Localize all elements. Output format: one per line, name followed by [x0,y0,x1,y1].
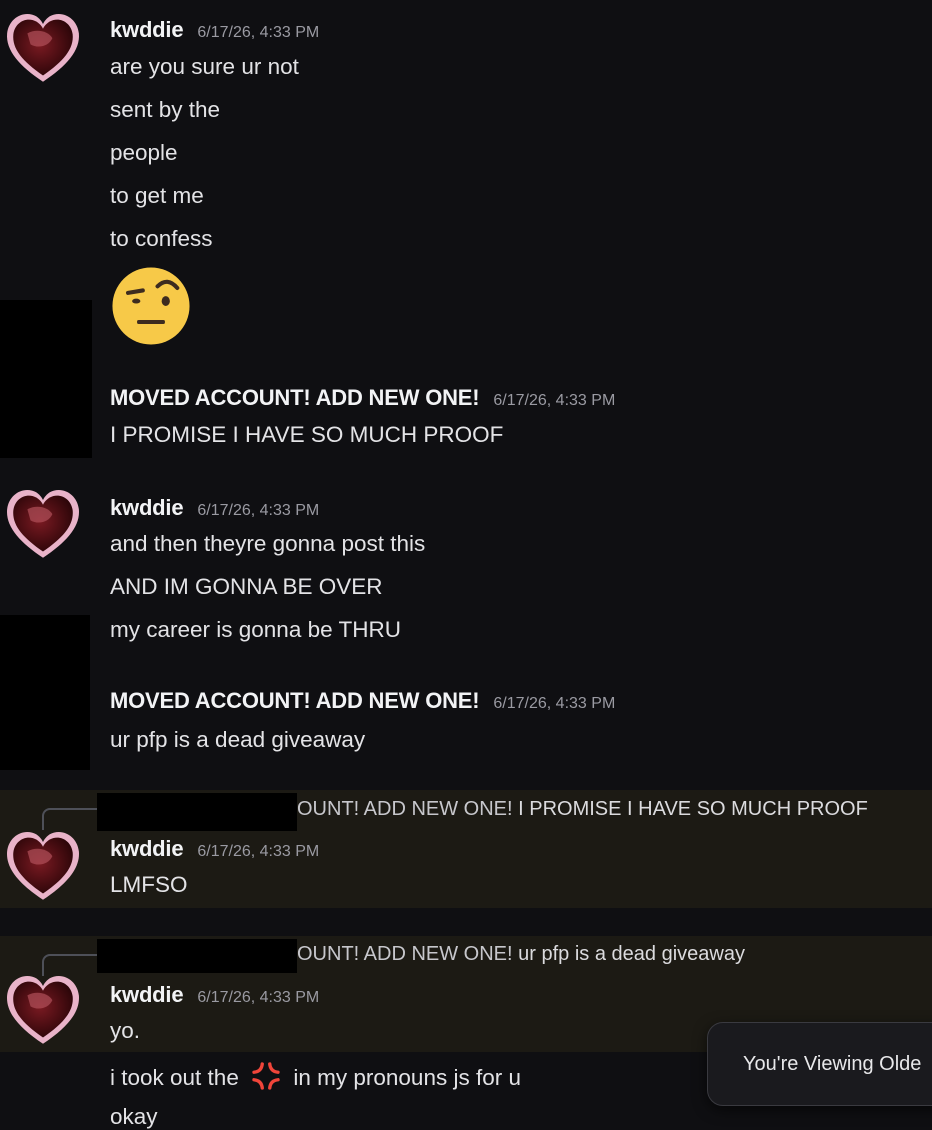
message-line: ur pfp is a dead giveaway [110,727,366,752]
toast-label: You're Viewing Olde [743,1053,922,1075]
user-avatar-heart[interactable] [4,972,82,1050]
face-with-raised-eyebrow-icon[interactable] [110,265,192,347]
author-name[interactable]: kwddie [110,495,184,520]
author-name[interactable]: MOVED ACCOUNT! ADD NEW ONE! [110,688,480,713]
message-line: i took out the in my pronouns js for u [110,1061,521,1091]
viewing-older-messages-toast[interactable]: You're Viewing Olde [707,1022,932,1106]
reply-message-text: I PROMISE I HAVE SO MUCH PROOF [518,798,868,820]
message-text-part: i took out the [110,1065,239,1090]
message-line: are you sure ur not [110,54,299,79]
message-line: to confess [110,226,213,251]
message-line: people [110,140,178,165]
message-line: I PROMISE I HAVE SO MUCH PROOF [110,422,504,447]
message-text-part: in my pronouns js for u [293,1065,521,1090]
user-avatar-heart[interactable] [4,10,82,88]
redacted-reply-author [97,939,297,973]
message-line: AND IM GONNA BE OVER [110,574,383,599]
user-avatar-heart[interactable] [4,486,82,564]
message-line: okay [110,1104,158,1129]
message-line: to get me [110,183,204,208]
message-group-highlighted: OUNT! ADD NEW ONE! I PROMISE I HAVE SO M… [0,790,932,908]
redacted-reply-author [97,793,297,831]
message-line: my career is gonna be THRU [110,617,401,642]
reply-connector [42,808,100,830]
author-name[interactable]: kwddie [110,836,184,861]
message-group: kwddie 6/17/26, 4:33 PM and then theyre g… [0,480,932,660]
message-group: MOVED ACCOUNT! ADD NEW ONE! 6/17/26, 4:33… [0,685,932,765]
message-line: LMFSO [110,872,188,897]
user-avatar-heart[interactable] [4,828,82,906]
message-timestamp: 6/17/26, 4:33 PM [493,695,616,712]
author-name[interactable]: MOVED ACCOUNT! ADD NEW ONE! [110,385,480,410]
message-timestamp: 6/17/26, 4:33 PM [197,989,320,1006]
message-line: yo. [110,1018,141,1043]
reply-author-fragment: OUNT! ADD NEW ONE! [297,798,513,820]
message-timestamp: 6/17/26, 4:33 PM [197,502,320,519]
author-name[interactable]: kwddie [110,17,184,42]
message-timestamp: 6/17/26, 4:33 PM [197,843,320,860]
reply-message-text: ur pfp is a dead giveaway [518,943,745,965]
message-group: kwddie 6/17/26, 4:33 PM are you sure ur n… [0,0,932,360]
reply-author-fragment: OUNT! ADD NEW ONE! [297,943,513,965]
anger-symbol-icon[interactable] [249,1061,283,1091]
reply-preview[interactable]: OUNT! ADD NEW ONE! ur pfp is a dead give… [297,943,745,966]
message-timestamp: 6/17/26, 4:33 PM [493,392,616,409]
message-line: and then theyre gonna post this [110,531,426,556]
message-line: sent by the [110,97,221,122]
message-group: MOVED ACCOUNT! ADD NEW ONE! 6/17/26, 4:33… [0,380,932,460]
reply-preview[interactable]: OUNT! ADD NEW ONE! I PROMISE I HAVE SO M… [297,798,868,821]
message-timestamp: 6/17/26, 4:33 PM [197,24,320,41]
author-name[interactable]: kwddie [110,982,184,1007]
